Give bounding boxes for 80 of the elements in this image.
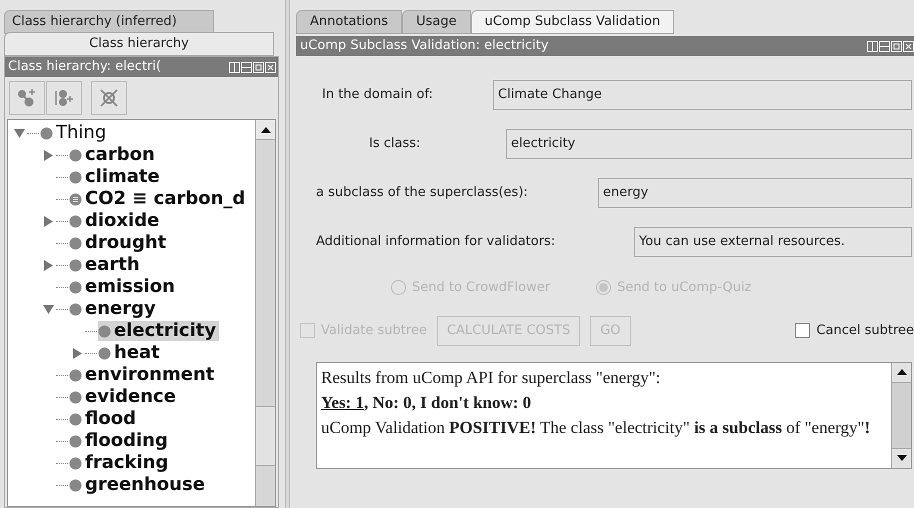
tab[interactable]: Annotations [296,10,402,34]
tree-item[interactable]: CO2 ≡ carbon_d [69,189,248,209]
scroll-up-icon[interactable] [896,369,906,375]
tab[interactable]: Class hierarchy (inferred) [4,10,214,34]
scrollbar-thumb[interactable] [256,406,275,466]
toolbar-button[interactable] [46,81,82,115]
tree-item[interactable]: dioxide [69,211,162,231]
close-icon[interactable] [265,62,276,72]
expanded-triangle-icon[interactable] [43,304,54,314]
tree-item[interactable]: electricity [98,321,220,341]
class-dot-icon [69,302,82,316]
tree-item[interactable]: climate [69,167,163,187]
minimize-icon[interactable] [879,40,890,52]
text-field[interactable]: You can use external resources. [634,227,912,257]
class-dot-icon [69,214,82,228]
class-dot-icon [98,324,111,338]
scroll-up-icon[interactable] [260,126,270,132]
tree-item[interactable]: flooding [69,431,171,451]
tree-item[interactable]: evidence [69,387,179,407]
scrollbar[interactable] [255,120,275,506]
class-dot-icon [69,434,82,448]
tree-item[interactable]: environment [69,365,218,385]
add-subclass-icon [16,87,38,109]
results-text: Results from uComp API for superclass "energy": [321,366,662,389]
minimize-icon[interactable] [241,62,252,72]
tree-item[interactable]: heat [98,343,163,363]
tree-item[interactable]: Thing [40,123,110,143]
class-dot-icon [69,390,82,404]
split-icon[interactable] [867,40,878,52]
scrollbar[interactable] [891,362,911,468]
class-dot-icon [69,258,82,272]
text-field[interactable]: Climate Change [493,80,912,110]
class-dot-icon [69,412,82,426]
toolbar-button[interactable] [9,81,45,115]
field-label: Additional information for validators: [316,233,556,252]
tab[interactable]: Class hierarchy [4,32,274,56]
class-dot-icon [69,280,82,294]
split-icon[interactable] [229,62,240,72]
equivalent-class-icon [69,192,82,206]
add-sibling-icon [53,87,75,109]
panel-title: uComp Subclass Validation: electricity [300,37,549,56]
text-field[interactable]: energy [598,178,912,208]
class-dot-icon [69,170,82,184]
scroll-down-icon[interactable] [896,455,906,461]
expanded-triangle-icon[interactable] [14,128,25,138]
class-dot-icon [69,148,82,162]
toolbar-button[interactable] [91,81,127,115]
tree-item[interactable]: fracking [69,453,172,473]
tree-item[interactable]: emission [69,277,178,297]
tree-item[interactable]: drought [69,233,170,253]
tree-item[interactable]: flood [69,409,139,429]
checkbox-label: Cancel subtree [816,322,914,340]
class-dot-icon [69,236,82,250]
collapsed-triangle-icon[interactable] [72,348,83,358]
checkbox[interactable] [795,323,810,338]
text-field[interactable]: electricity [506,129,912,159]
tree-item[interactable]: greenhouse [69,475,208,495]
field-label: Is class: [368,135,422,154]
class-dot-icon [69,478,82,492]
panel-title: Class hierarchy: electri( [8,58,162,76]
maximize-icon[interactable] [891,40,902,52]
validation-message: uComp Validation POSITIVE! The class "electricity" is a subclass of "energy"! [321,416,872,439]
collapsed-triangle-icon[interactable] [43,260,54,270]
class-dot-icon [40,126,53,140]
class-dot-icon [69,456,82,470]
collapsed-triangle-icon[interactable] [43,150,54,160]
tree-item[interactable]: energy [69,299,159,319]
delete-class-icon [98,87,120,109]
close-icon[interactable] [903,40,914,52]
maximize-icon[interactable] [253,62,264,72]
field-label: a subclass of the superclass(es): [316,184,529,202]
collapsed-triangle-icon[interactable] [43,216,54,226]
tab[interactable]: uComp Subclass Validation [470,10,674,34]
tree-item[interactable]: carbon [69,145,158,165]
tree-item[interactable]: earth [69,255,143,275]
class-dot-icon [69,368,82,382]
class-dot-icon [98,346,111,360]
field-label: In the domain of: [321,86,434,104]
tab[interactable]: Usage [402,10,471,34]
results-counts: Yes: 1, No: 0, I don't know: 0 [321,392,532,414]
